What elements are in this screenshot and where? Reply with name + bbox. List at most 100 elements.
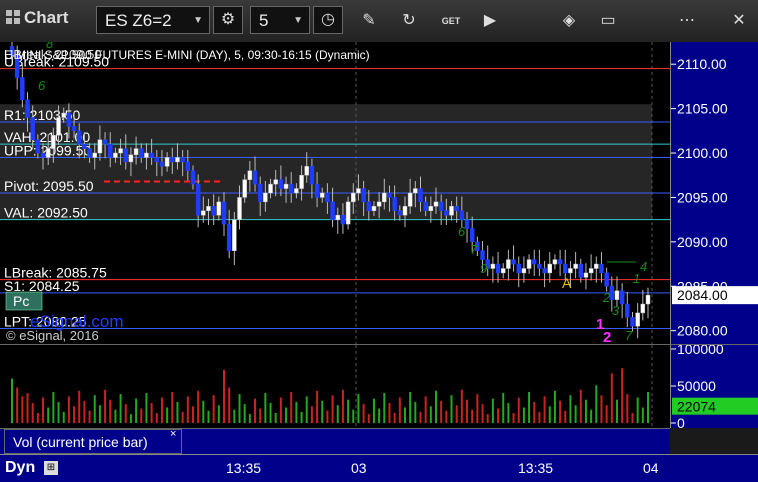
candle-body [247, 170, 253, 180]
candle-body [180, 157, 185, 163]
level-label: Pivot: 2095.50 [4, 178, 94, 194]
candle-body [568, 268, 573, 274]
candle-body [459, 210, 465, 220]
candle-body [257, 183, 263, 203]
candle-body [268, 183, 273, 194]
candle-body [330, 201, 335, 220]
candle-body [614, 290, 620, 300]
candle-body [444, 210, 449, 216]
candle-body [159, 161, 165, 167]
candle-body [397, 210, 403, 216]
candle-body [92, 152, 97, 158]
symbol-select[interactable]: ES Z6=2 ▼ [96, 6, 210, 34]
close-icon[interactable]: × [170, 428, 176, 440]
candle-body [278, 179, 284, 189]
candle-body [604, 272, 609, 287]
chevron-down-icon: ▼ [193, 15, 203, 26]
candle-body [61, 112, 66, 118]
candle-body [221, 201, 227, 225]
candle-body [438, 201, 444, 212]
volume-study-label[interactable]: Vol (current price bar) [4, 429, 182, 454]
count-label: 2 [602, 290, 611, 305]
copyright: © eSignal, 2016 [6, 328, 99, 343]
level-label: VAL: 2092.50 [4, 205, 88, 221]
candle-body [45, 148, 51, 158]
volume-scale[interactable]: 100000 50000 0 22074 [670, 341, 758, 431]
candle-body [102, 139, 108, 145]
play-icon[interactable]: ▶ [479, 10, 501, 32]
candle-body [464, 219, 470, 229]
count-label: 4 [640, 259, 647, 274]
grid-icon[interactable] [6, 10, 20, 24]
candle-body [97, 139, 103, 154]
get-label: GET [441, 16, 461, 26]
refresh-icon[interactable]: ↻ [398, 10, 420, 32]
candle-body [500, 268, 506, 274]
candle-body [263, 192, 268, 203]
candle-body [609, 286, 615, 300]
get-icon[interactable]: GET [440, 10, 462, 32]
candle-body [495, 263, 501, 274]
candle-body [164, 157, 170, 167]
candle-body [123, 148, 129, 163]
settings-icon[interactable]: ⚙ [213, 6, 243, 34]
candle-body [283, 183, 289, 189]
candle-body [76, 130, 82, 145]
tag-icon[interactable]: ◈ [558, 10, 580, 32]
candle-body [314, 183, 320, 198]
candle-body [118, 148, 123, 154]
candle-body [299, 174, 304, 189]
more-icon[interactable]: ⋯ [676, 10, 698, 32]
candle-body [345, 201, 351, 225]
candle-body [583, 272, 589, 278]
count-label: 7 [470, 242, 478, 257]
candle-body [20, 77, 25, 100]
candle-body [537, 263, 542, 269]
volume-axis: 100000 50000 022074 [671, 341, 758, 431]
pencil-icon[interactable]: ✎ [358, 10, 380, 32]
count-label: 6 [38, 78, 46, 93]
comment-icon[interactable]: ▭ [597, 10, 619, 32]
close-icon[interactable]: ✕ [728, 10, 750, 32]
candle-body [51, 135, 56, 149]
time-label: 13:35 [226, 460, 262, 476]
dyn-icon[interactable]: ⊞ [44, 461, 58, 475]
candle-body [133, 148, 139, 156]
candle-body [433, 201, 439, 207]
count-label: 9 [480, 261, 487, 276]
clock-icon[interactable]: ◷ [313, 6, 343, 34]
price-tick-label: 2090.00 [677, 234, 728, 250]
candle-body [630, 317, 635, 327]
candle-body [211, 206, 216, 216]
count-label: 7 [625, 328, 633, 343]
price-tick-label: 2080.00 [677, 323, 728, 339]
candle-body [201, 210, 206, 216]
candle-body [232, 219, 237, 251]
candle-body [506, 259, 511, 269]
candle-body [237, 197, 242, 220]
candle-body [531, 259, 537, 265]
candle-body [113, 152, 118, 158]
candle-body [413, 188, 418, 194]
candle-body [392, 197, 397, 212]
candle-body [87, 148, 92, 158]
candle-body [206, 206, 211, 212]
candle-body [82, 143, 87, 149]
price-pane[interactable]: UBreak: 2109.50 R1: 2103.50 VAH: 2101.00 UP… [0, 42, 670, 344]
candle-body [319, 192, 325, 198]
candle-body [542, 268, 547, 274]
candle-body [185, 161, 191, 172]
candle-body [288, 183, 294, 194]
price-scale[interactable]: 2110.002105.002100.002095.002090.002085.… [670, 42, 758, 344]
chart-window: Chart ES Z6=2 ▼ ⚙ 5 ▼ ◷ ✎ ↻ GET ▶ ◈ ▭ ⋯ … [0, 0, 758, 482]
price-axis: 2110.002105.002100.002095.002090.002085.… [671, 56, 758, 339]
window-title: Chart [6, 8, 68, 28]
candle-body [340, 214, 346, 225]
candle-body [619, 290, 625, 305]
volume-pane[interactable] [0, 344, 670, 428]
time-axis[interactable]: Dyn ⊞ 13:35 03 13:35 04 [0, 454, 758, 482]
count-label: 3 [612, 303, 620, 318]
interval-select[interactable]: 5 ▼ [250, 6, 310, 34]
candle-body [526, 259, 532, 269]
price-tick-label: 2105.00 [677, 101, 728, 117]
